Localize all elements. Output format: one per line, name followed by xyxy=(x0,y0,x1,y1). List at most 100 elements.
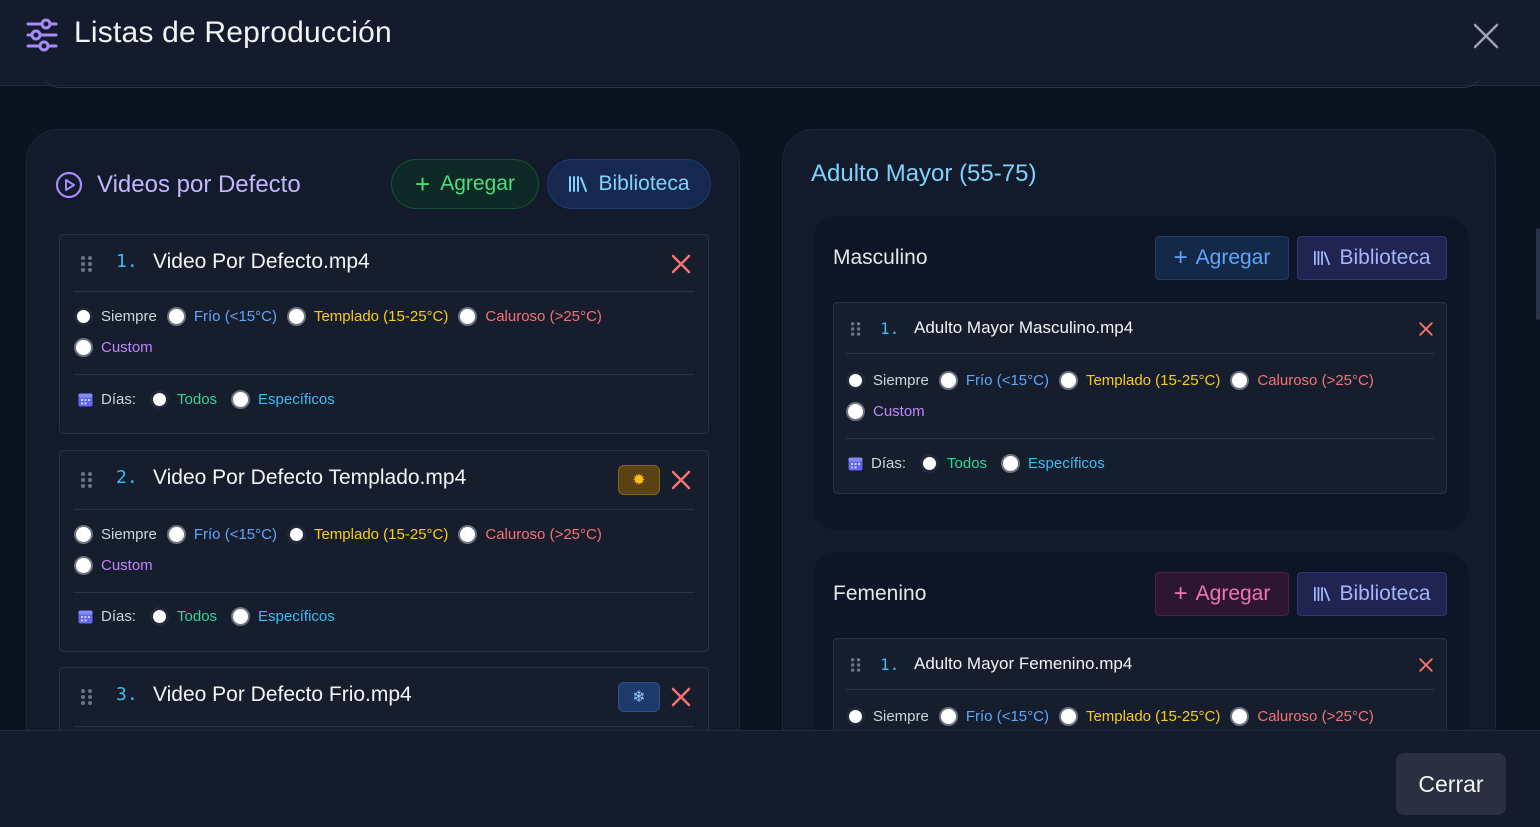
days-options: Días: Todos Específicos xyxy=(78,390,335,409)
drag-handle-icon[interactable] xyxy=(850,321,862,337)
radio-caluroso[interactable] xyxy=(1230,707,1250,726)
option-especificos: Específicos xyxy=(1028,455,1105,472)
radio-siempre[interactable] xyxy=(846,371,865,390)
video-number: 2. xyxy=(116,467,138,488)
radio-frio[interactable] xyxy=(166,525,186,544)
drag-handle-icon[interactable] xyxy=(850,657,862,673)
scrollbar-thumb[interactable] xyxy=(1536,228,1540,320)
video-number: 1. xyxy=(880,319,900,338)
radio-caluroso[interactable] xyxy=(1230,371,1250,390)
radio-custom[interactable] xyxy=(74,338,93,357)
option-templado: Templado (15-25°C) xyxy=(313,308,449,325)
radio-caluroso[interactable] xyxy=(458,307,478,326)
add-label: Agregar xyxy=(440,172,515,195)
video-name: Video Por Defecto Frio.mp4 xyxy=(153,683,412,706)
video-name: Video Por Defecto.mp4 xyxy=(153,250,370,273)
video-name: Adulto Mayor Femenino.mp4 xyxy=(914,654,1133,673)
radio-especificos[interactable] xyxy=(231,390,251,409)
radio-frio[interactable] xyxy=(938,707,958,726)
radio-frio[interactable] xyxy=(938,371,958,390)
radio-todos[interactable] xyxy=(150,607,170,626)
radio-custom[interactable] xyxy=(74,556,93,575)
divider xyxy=(74,509,694,510)
remove-icon[interactable] xyxy=(1418,657,1434,673)
option-frio: Frío (<15°C) xyxy=(193,308,277,325)
age-group-panel: Adulto Mayor (55-75) Masculino + Agregar… xyxy=(782,129,1496,792)
weather-options: Siempre Frío (<15°C) Templado (15-25°C) … xyxy=(74,525,612,544)
radio-caluroso[interactable] xyxy=(458,525,478,544)
library-button[interactable]: Biblioteca xyxy=(1297,236,1447,280)
option-todos: Todos xyxy=(177,608,218,625)
weather-options-row2: Custom xyxy=(74,338,163,357)
close-icon[interactable] xyxy=(1470,20,1502,52)
add-video-button[interactable]: + Agregar xyxy=(391,159,539,209)
weather-options: Siempre Frío (<15°C) Templado (15-25°C) … xyxy=(846,707,1384,726)
radio-siempre[interactable] xyxy=(74,307,93,326)
remove-icon[interactable] xyxy=(1418,321,1434,337)
days-options: Días: Todos Específicos xyxy=(848,454,1105,473)
video-number: 3. xyxy=(116,684,138,705)
radio-todos[interactable] xyxy=(920,454,940,473)
library-button[interactable]: Biblioteca xyxy=(547,159,711,209)
add-video-button[interactable]: + Agregar xyxy=(1155,236,1289,280)
sliders-icon xyxy=(26,18,58,52)
calendar-icon xyxy=(78,393,93,407)
drag-handle-icon[interactable] xyxy=(80,255,94,273)
option-caluroso: Caluroso (>25°C) xyxy=(485,308,602,325)
video-card: 1. Video Por Defecto.mp4 Siempre Frío (<… xyxy=(59,234,709,434)
divider xyxy=(846,689,1434,690)
divider xyxy=(846,438,1434,439)
radio-siempre[interactable] xyxy=(846,707,865,726)
option-custom: Custom xyxy=(101,339,153,356)
add-label: Agregar xyxy=(1195,246,1271,269)
default-videos-header: Videos por Defecto xyxy=(55,170,301,200)
library-icon xyxy=(1313,250,1331,266)
remove-icon[interactable] xyxy=(670,469,692,491)
close-button[interactable]: Cerrar xyxy=(1396,753,1506,815)
gender-title: Femenino xyxy=(833,582,927,605)
option-siempre: Siempre xyxy=(873,708,929,725)
drag-handle-icon[interactable] xyxy=(80,471,94,489)
option-templado: Templado (15-25°C) xyxy=(313,526,449,543)
divider xyxy=(74,592,694,593)
library-icon xyxy=(568,175,588,193)
option-todos: Todos xyxy=(947,455,988,472)
modal-title: Listas de Reproducción xyxy=(74,16,392,49)
radio-todos[interactable] xyxy=(150,390,170,409)
remove-icon[interactable] xyxy=(670,686,692,708)
days-options: Días: Todos Específicos xyxy=(78,607,335,626)
library-icon xyxy=(1313,586,1331,602)
video-name: Video Por Defecto Templado.mp4 xyxy=(153,466,467,489)
radio-siempre[interactable] xyxy=(74,525,93,544)
remove-icon[interactable] xyxy=(670,253,692,275)
modal-footer: Cerrar xyxy=(0,730,1540,827)
radio-templado[interactable] xyxy=(286,307,306,326)
option-especificos: Específicos xyxy=(258,391,335,408)
divider xyxy=(74,726,694,727)
radio-frio[interactable] xyxy=(166,307,186,326)
radio-custom[interactable] xyxy=(846,402,865,421)
weather-options: Siempre Frío (<15°C) Templado (15-25°C) … xyxy=(846,371,1384,390)
sun-icon: ✹ xyxy=(618,465,660,495)
play-circle-icon xyxy=(55,171,83,199)
gender-title: Masculino xyxy=(833,246,928,269)
radio-especificos[interactable] xyxy=(1001,454,1021,473)
radio-templado[interactable] xyxy=(1058,707,1078,726)
option-siempre: Siempre xyxy=(101,526,157,543)
library-button[interactable]: Biblioteca xyxy=(1297,572,1447,616)
default-videos-panel: Videos por Defecto + Agregar Biblioteca … xyxy=(26,129,740,769)
option-siempre: Siempre xyxy=(873,372,929,389)
section-title: Videos por Defecto xyxy=(97,171,301,198)
gender-group-masculino: Masculino + Agregar Biblioteca 1. Adulto… xyxy=(813,216,1469,530)
days-label: Días: xyxy=(101,391,137,408)
radio-templado[interactable] xyxy=(1058,371,1078,390)
option-especificos: Específicos xyxy=(258,608,335,625)
add-video-button[interactable]: + Agregar xyxy=(1155,572,1289,616)
radio-templado[interactable] xyxy=(286,525,306,544)
add-label: Agregar xyxy=(1195,582,1271,605)
calendar-icon xyxy=(848,457,863,471)
option-caluroso: Caluroso (>25°C) xyxy=(485,526,602,543)
divider xyxy=(74,374,694,375)
drag-handle-icon[interactable] xyxy=(80,688,94,706)
radio-especificos[interactable] xyxy=(231,607,251,626)
